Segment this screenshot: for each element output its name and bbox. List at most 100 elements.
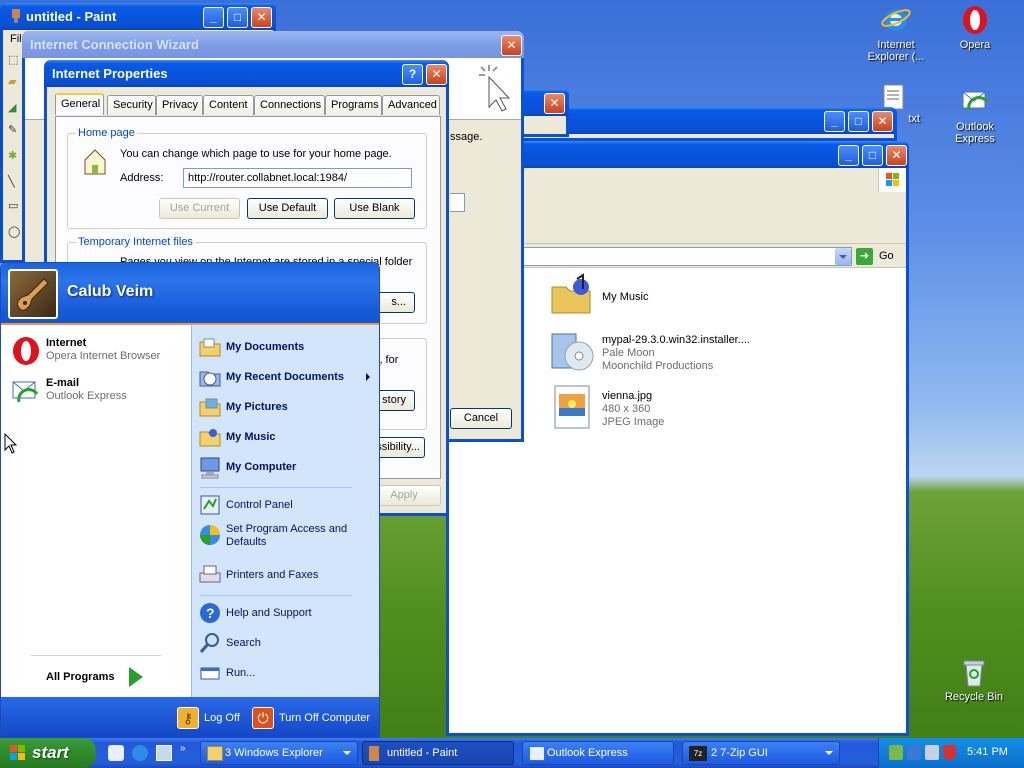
tab-security[interactable]: Security — [107, 95, 156, 115]
paint-close-button[interactable]: ✕ — [251, 7, 272, 28]
menu-my-computer[interactable]: My Computer — [198, 453, 378, 481]
clock[interactable]: 5:41 PM — [967, 746, 1008, 758]
task-label: 3 Windows Explorer — [225, 747, 323, 759]
wizard-input[interactable] — [450, 193, 465, 212]
start-menu: Calub Veim Internet Opera Internet Brows… — [0, 262, 380, 738]
show-desktop-icon[interactable] — [156, 745, 172, 761]
task-outlook-express[interactable]: Outlook Express — [522, 741, 674, 765]
desktop-icon-opera[interactable]: Opera — [935, 4, 1015, 51]
file-name: vienna.jpg — [602, 390, 653, 402]
use-current-button[interactable]: Use Current — [159, 198, 240, 219]
key-icon: ⚷ — [177, 707, 199, 729]
start-button[interactable]: start — [0, 738, 96, 768]
safely-remove-tray-icon[interactable] — [925, 745, 939, 760]
quick-launch: » — [106, 743, 190, 763]
bg-maximize-button[interactable]: □ — [848, 111, 869, 132]
installer-icon — [549, 328, 595, 374]
home-page-address-input[interactable]: http://router.collabnet.local:1984/ — [183, 168, 412, 188]
quick-launch-chevron-icon[interactable]: » — [180, 743, 186, 754]
desktop-icon-outlook[interactable]: Outlook Express — [935, 86, 1015, 145]
paint-maximize-button[interactable]: □ — [227, 7, 248, 28]
address-dropdown-button[interactable] — [835, 248, 851, 265]
tab-programs[interactable]: Programs — [325, 95, 382, 115]
jpeg-image-icon — [553, 384, 593, 430]
outlook-express-icon — [529, 746, 545, 761]
menu-my-music[interactable]: My Music — [198, 423, 378, 451]
documents-folder-icon — [198, 335, 222, 359]
desktop-icon-ie[interactable]: Internet Explorer (... — [856, 4, 936, 63]
tab-connections[interactable]: Connections — [254, 95, 325, 115]
control-panel-icon — [198, 493, 222, 517]
wizard-cancel-button[interactable]: Cancel — [450, 408, 512, 429]
menu-control-panel[interactable]: Control Panel — [198, 491, 378, 519]
menu-label: My Music — [226, 431, 276, 443]
outlook-express-icon[interactable] — [108, 745, 124, 761]
tab-advanced[interactable]: Advanced — [382, 95, 440, 115]
wizard-titlebar[interactable]: Internet Connection Wizard — [22, 31, 524, 58]
inetprops-titlebar[interactable]: Internet Properties — [44, 60, 449, 87]
temp-files-group-label: Temporary Internet files — [76, 236, 195, 248]
use-default-button[interactable]: Use Default — [247, 198, 328, 219]
run-icon — [198, 661, 222, 685]
recent-documents-icon — [198, 365, 222, 389]
menu-label: Printers and Faxes — [226, 569, 319, 581]
pinned-email[interactable]: E-mail Outlook Express — [9, 373, 187, 409]
desktop-icon-recycle-bin[interactable]: Recycle Bin — [934, 656, 1014, 703]
tab-content[interactable]: Content — [203, 95, 254, 115]
go-button[interactable]: ➜ Go — [856, 247, 902, 266]
task-7zip[interactable]: 7z 2 7-Zip GUI — [682, 741, 840, 765]
power-icon: ⏻ — [252, 707, 274, 729]
menu-set-program-access[interactable]: Set Program Access and Defaults — [198, 521, 378, 557]
menu-my-pictures[interactable]: My Pictures — [198, 393, 378, 421]
menu-printers-and-faxes[interactable]: Printers and Faxes — [198, 561, 378, 589]
user-avatar[interactable] — [8, 269, 58, 319]
file-detail: 480 x 360 — [602, 403, 651, 415]
menu-run[interactable]: Run... — [198, 659, 378, 687]
apply-label: Apply — [390, 489, 418, 501]
use-blank-button[interactable]: Use Blank — [334, 198, 415, 219]
start-label: start — [32, 743, 69, 762]
pinned-subtitle: Opera Internet Browser — [46, 350, 161, 362]
go-arrow-icon: ➜ — [856, 248, 873, 265]
menu-search[interactable]: Search — [198, 629, 378, 657]
settings-label: s... — [391, 296, 406, 308]
separator — [200, 487, 352, 488]
turn-off-computer-button[interactable]: ⏻ Turn Off Computer — [252, 707, 377, 731]
tab-privacy[interactable]: Privacy — [156, 95, 203, 115]
all-programs-button[interactable]: All Programs — [31, 665, 161, 691]
menu-my-recent-documents[interactable]: My Recent Documents — [198, 363, 378, 391]
help-button[interactable]: ? — [402, 64, 423, 85]
program-access-icon — [198, 523, 222, 547]
file-name: My Music — [602, 291, 649, 303]
inetprops-close-button[interactable]: ✕ — [426, 64, 447, 85]
paint-minimize-button[interactable]: _ — [203, 7, 224, 28]
network-tray-icon[interactable] — [889, 745, 903, 760]
file-item[interactable]: mypal-29.3.0.win32.installer.... Pale Mo… — [549, 328, 829, 376]
security-tray-icon[interactable] — [907, 745, 921, 760]
task-windows-explorer[interactable]: 3 Windows Explorer — [200, 741, 358, 765]
tab-strip: General Security Privacy Content Connect… — [53, 93, 441, 117]
menu-my-documents[interactable]: My Documents — [198, 333, 378, 361]
tab-general[interactable]: General — [55, 93, 104, 115]
bg-close-button[interactable]: ✕ — [872, 111, 893, 132]
file-item[interactable]: vienna.jpg 480 x 360 JPEG Image — [549, 384, 809, 432]
turn-off-label: Turn Off Computer — [279, 712, 371, 724]
opera-icon — [959, 4, 991, 36]
ie-icon[interactable] — [132, 745, 148, 761]
home-page-group-label: Home page — [76, 127, 137, 139]
explorer-close-button[interactable]: ✕ — [886, 145, 907, 166]
pinned-internet[interactable]: Internet Opera Internet Browser — [9, 333, 187, 369]
bg-minimize-button[interactable]: _ — [824, 111, 845, 132]
shield-tray-icon[interactable] — [943, 745, 956, 760]
explorer-minimize-button[interactable]: _ — [838, 145, 859, 166]
file-item[interactable]: My Music — [549, 273, 809, 321]
green-arrow-icon — [129, 667, 143, 687]
wizard-close-button[interactable]: ✕ — [501, 35, 522, 56]
log-off-button[interactable]: ⚷ Log Off — [177, 707, 247, 731]
explorer-maximize-button[interactable]: □ — [862, 145, 883, 166]
task-paint[interactable]: untitled - Paint — [362, 741, 514, 765]
menu-help-and-support[interactable]: ? Help and Support — [198, 599, 378, 627]
menu-label: My Documents — [226, 341, 305, 353]
small-dialog-close-button[interactable]: ✕ — [544, 93, 565, 114]
pinned-title: Internet — [46, 337, 87, 349]
